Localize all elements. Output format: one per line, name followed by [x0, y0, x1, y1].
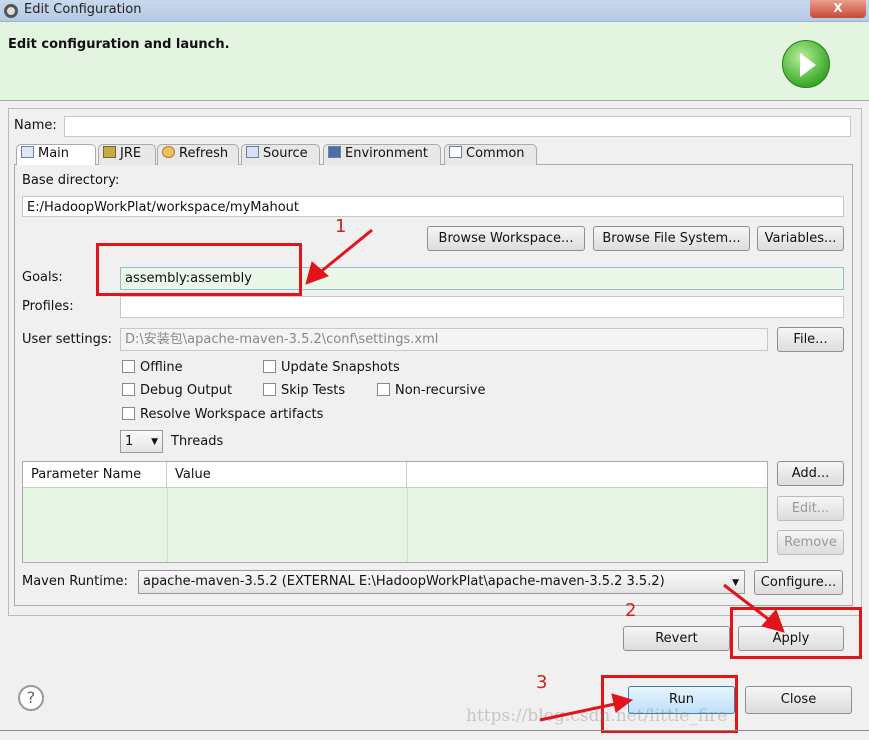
arrow-3 — [539, 702, 616, 722]
annotation-arrows — [305, 228, 785, 722]
arrow-2-head — [761, 609, 785, 633]
arrow-1-head — [305, 261, 329, 285]
arrow-2 — [723, 583, 773, 624]
arrow-1 — [317, 228, 373, 276]
arrow-3-head — [611, 693, 634, 713]
